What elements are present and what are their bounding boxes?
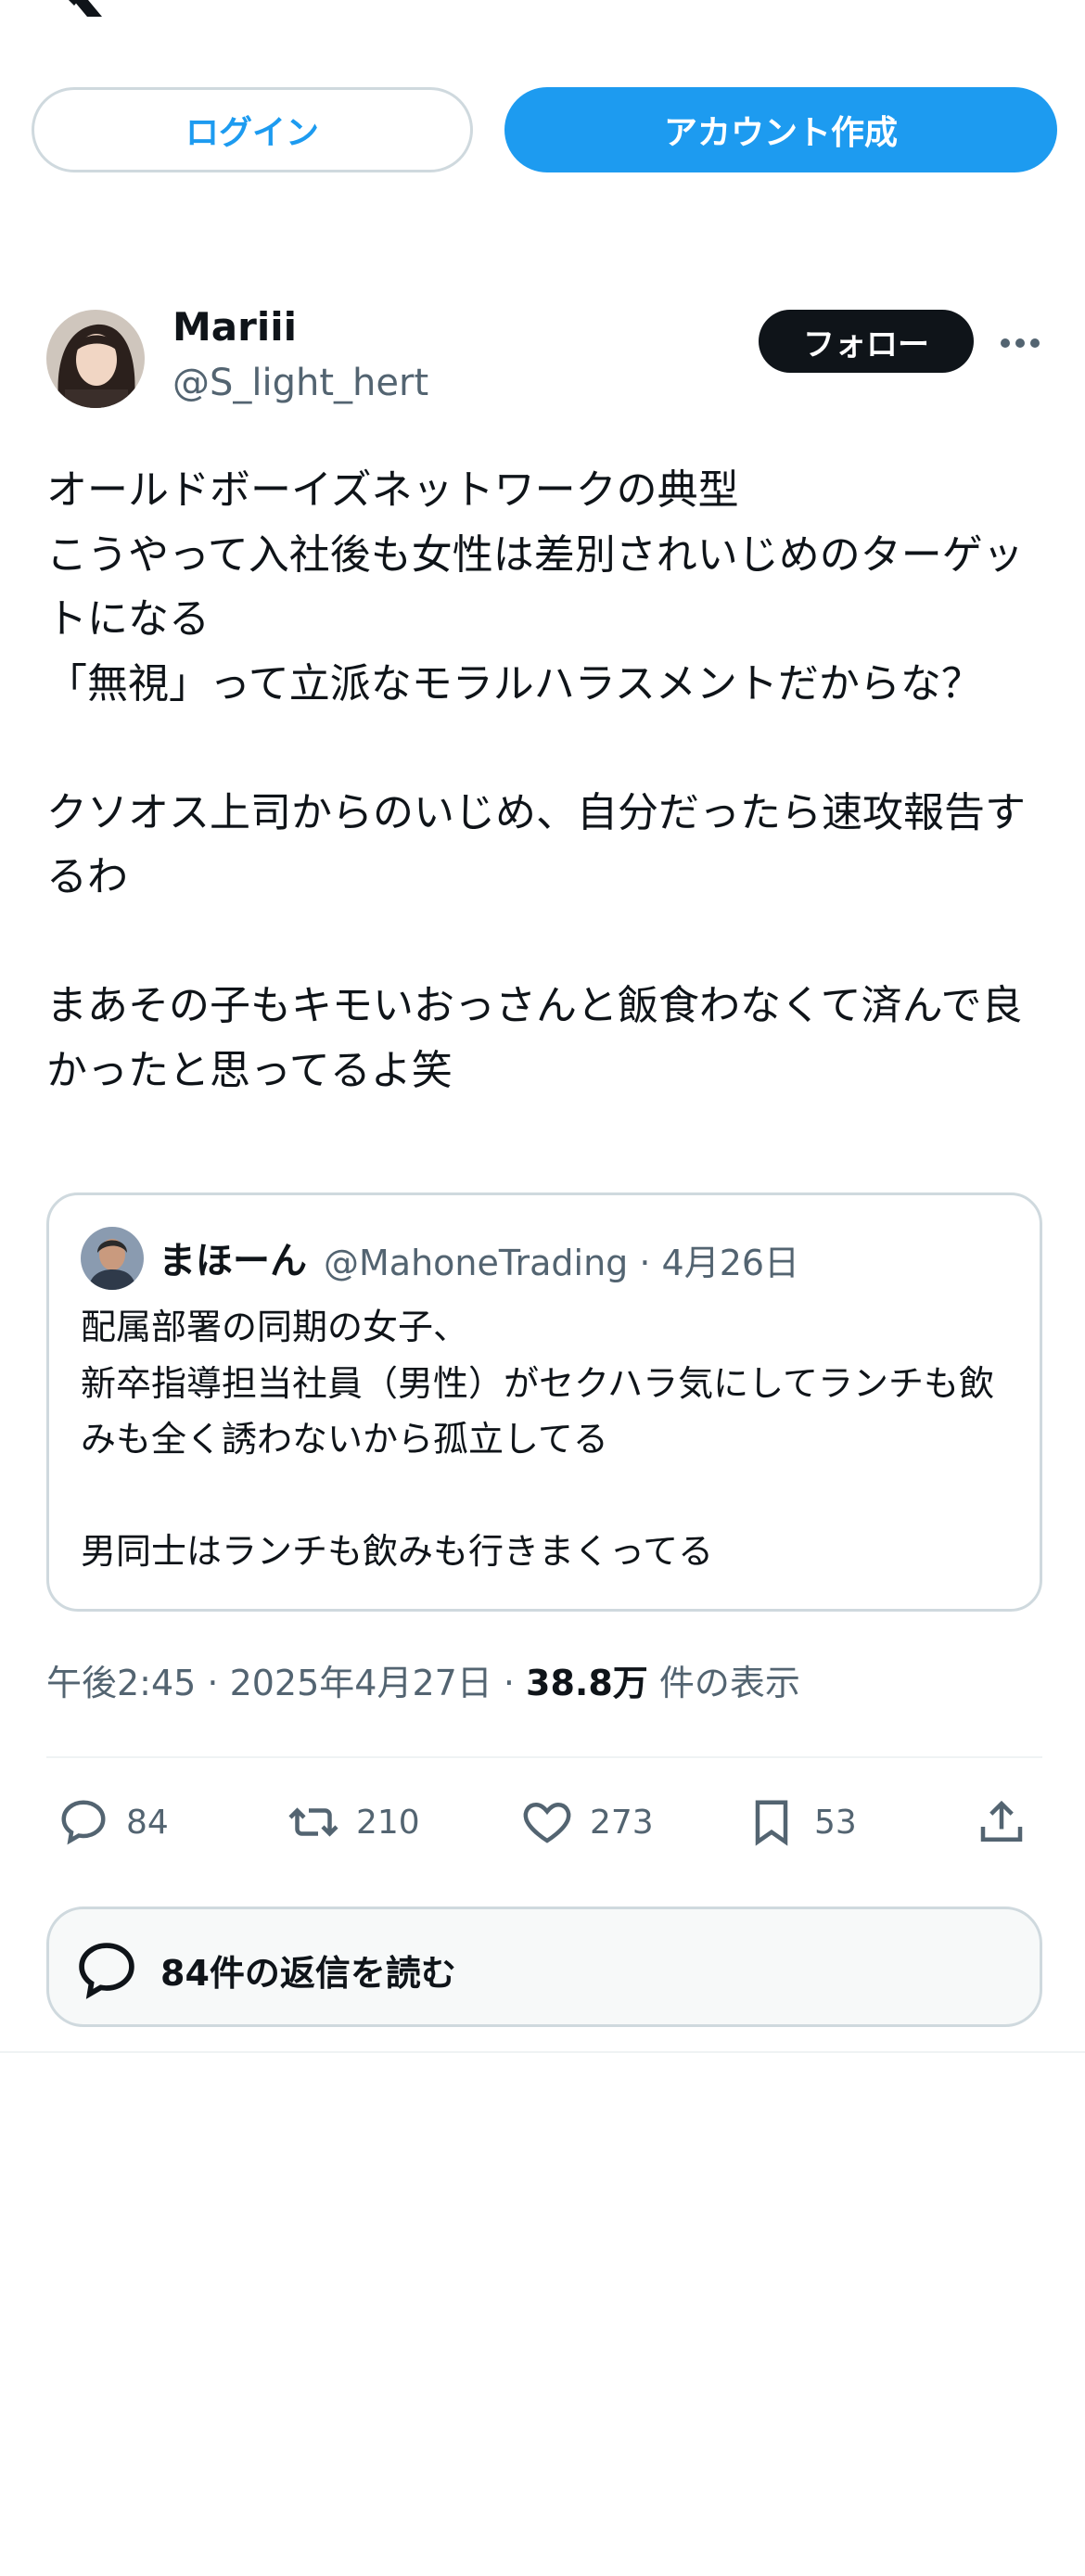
heart-icon bbox=[523, 1802, 571, 1843]
reply-bubble-icon bbox=[79, 1943, 134, 1999]
tweet-timestamp: 午後2:45 · 2025年4月27日 · 38.8万 件の表示 bbox=[46, 1654, 800, 1705]
read-replies-label: 84件の返信を読む bbox=[160, 1953, 456, 1994]
auth-buttons: ログイン アカウント作成 bbox=[32, 87, 1057, 172]
reply-icon bbox=[61, 1800, 106, 1845]
divider bbox=[0, 2051, 1085, 2053]
read-replies-button[interactable]: 84件の返信を読む bbox=[46, 1906, 1042, 2027]
views-label: 件の表示 bbox=[647, 1663, 800, 1703]
quoted-author-avatar[interactable] bbox=[81, 1227, 144, 1290]
quoted-author-meta[interactable]: @MahoneTrading · 4月26日 bbox=[324, 1234, 799, 1285]
quoted-tweet[interactable]: まほーん @MahoneTrading · 4月26日 配属部署の同期の女子、 … bbox=[46, 1192, 1042, 1612]
quoted-author-name[interactable]: まほーん bbox=[159, 1231, 307, 1284]
quoted-tweet-text: 配属部署の同期の女子、 新卒指導担当社員（男性）がセクハラ気にしてランチも飲みも… bbox=[81, 1307, 994, 1572]
reply-button[interactable]: 84 bbox=[56, 1788, 169, 1856]
bookmark-icon bbox=[755, 1800, 788, 1846]
retweet-count: 210 bbox=[356, 1803, 420, 1842]
timestamp-text[interactable]: 午後2:45 · 2025年4月27日 · bbox=[46, 1663, 526, 1703]
bookmark-button[interactable]: 53 bbox=[744, 1788, 857, 1856]
share-icon bbox=[980, 1800, 1023, 1842]
follow-button[interactable]: フォロー bbox=[759, 310, 974, 373]
retweet-button[interactable]: 210 bbox=[286, 1788, 420, 1856]
divider bbox=[46, 1756, 1042, 1758]
author-handle[interactable]: @S_light_hert bbox=[172, 362, 428, 404]
signup-button[interactable]: アカウント作成 bbox=[504, 87, 1057, 172]
more-options-icon[interactable] bbox=[1000, 325, 1040, 362]
x-logo-icon[interactable] bbox=[46, 0, 106, 17]
login-button[interactable]: ログイン bbox=[32, 87, 473, 172]
tweet-text: オールドボーイズネットワークの典型 こうやって入社後も女性は差別されいじめのター… bbox=[46, 466, 1026, 1094]
like-button[interactable]: 273 bbox=[519, 1788, 654, 1856]
action-bar: 84 210 273 53 bbox=[46, 1788, 1048, 1856]
like-count: 273 bbox=[590, 1803, 654, 1842]
retweet-icon bbox=[288, 1807, 338, 1837]
views-count: 38.8万 bbox=[526, 1663, 648, 1703]
reply-count: 84 bbox=[126, 1803, 169, 1842]
bookmark-count: 53 bbox=[814, 1803, 857, 1842]
share-button[interactable] bbox=[974, 1788, 1044, 1856]
author-name[interactable]: Mariii bbox=[172, 304, 297, 350]
author-avatar[interactable] bbox=[46, 310, 145, 408]
